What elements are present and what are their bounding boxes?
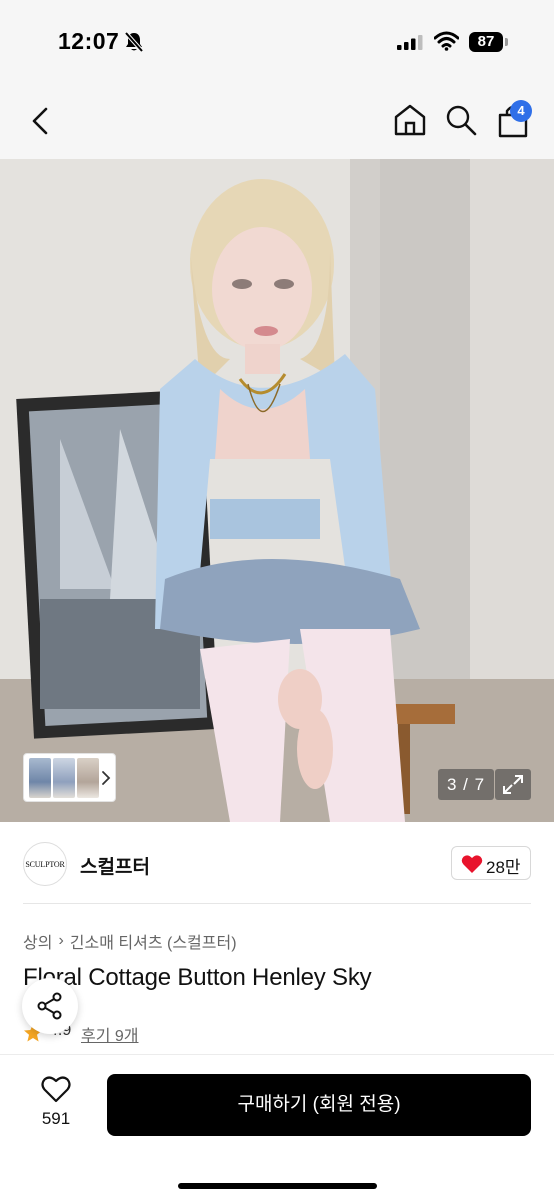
heart-filled-icon xyxy=(461,855,483,873)
battery-tip xyxy=(505,38,508,46)
battery-level: 87 xyxy=(469,32,503,52)
wifi-icon xyxy=(434,31,459,51)
share-icon xyxy=(37,992,62,1020)
share-button[interactable] xyxy=(22,978,78,1034)
wishlist-button[interactable]: 591 xyxy=(30,1075,82,1135)
home-icon[interactable] xyxy=(392,102,428,138)
product-title: Floral Cottage Button Henley Sky xyxy=(23,964,372,991)
image-page-counter: 3 / 7 xyxy=(438,769,494,800)
bottom-action-bar: 591 구매하기 (회원 전용) xyxy=(0,1054,554,1200)
bell-slash-icon xyxy=(124,31,144,53)
search-icon[interactable] xyxy=(444,103,478,137)
brand-logo[interactable]: SCULPTOR xyxy=(23,842,67,886)
wishlist-count: 591 xyxy=(41,1109,71,1128)
cellular-signal-icon xyxy=(397,35,423,50)
product-photo xyxy=(0,159,554,822)
home-indicator xyxy=(178,1183,377,1189)
chevron-right-icon xyxy=(102,771,111,785)
cart-badge: 4 xyxy=(510,100,532,122)
thumbnail-image[interactable] xyxy=(77,758,99,798)
brand-name[interactable]: 스컬프터 xyxy=(80,852,150,879)
nav-bar: 4 xyxy=(0,82,554,159)
status-bar: 12:07 87 xyxy=(0,0,554,82)
brand-row[interactable]: SCULPTOR 스컬프터 28만 xyxy=(0,822,554,906)
buy-button[interactable]: 구매하기 (회원 전용) xyxy=(107,1074,531,1136)
expand-icon xyxy=(503,775,523,794)
chevron-left-icon[interactable] xyxy=(26,104,56,138)
heart-outline-icon xyxy=(41,1076,71,1103)
status-time: 12:07 xyxy=(58,28,120,54)
cart-button[interactable]: 4 xyxy=(494,100,534,140)
thumbnail-strip[interactable] xyxy=(23,753,116,802)
expand-button[interactable] xyxy=(495,769,531,800)
review-count-link[interactable]: 후기 9개 xyxy=(81,1022,139,1046)
breadcrumb-subcategory[interactable]: 긴소매 티셔츠 (스컬프터) xyxy=(70,935,237,952)
battery-icon: 87 xyxy=(469,32,509,52)
product-image-gallery[interactable]: 3 / 7 xyxy=(0,159,554,822)
divider xyxy=(23,903,531,904)
brand-like-count: 28만 xyxy=(486,858,521,877)
brand-like-button[interactable]: 28만 xyxy=(451,846,531,880)
chevron-right-icon: › xyxy=(58,932,64,949)
thumbnail-image[interactable] xyxy=(53,758,75,798)
thumbnail-image[interactable] xyxy=(29,758,51,798)
breadcrumb: 상의 › 긴소매 티셔츠 (스컬프터) xyxy=(23,929,237,953)
breadcrumb-category[interactable]: 상의 xyxy=(23,935,52,952)
